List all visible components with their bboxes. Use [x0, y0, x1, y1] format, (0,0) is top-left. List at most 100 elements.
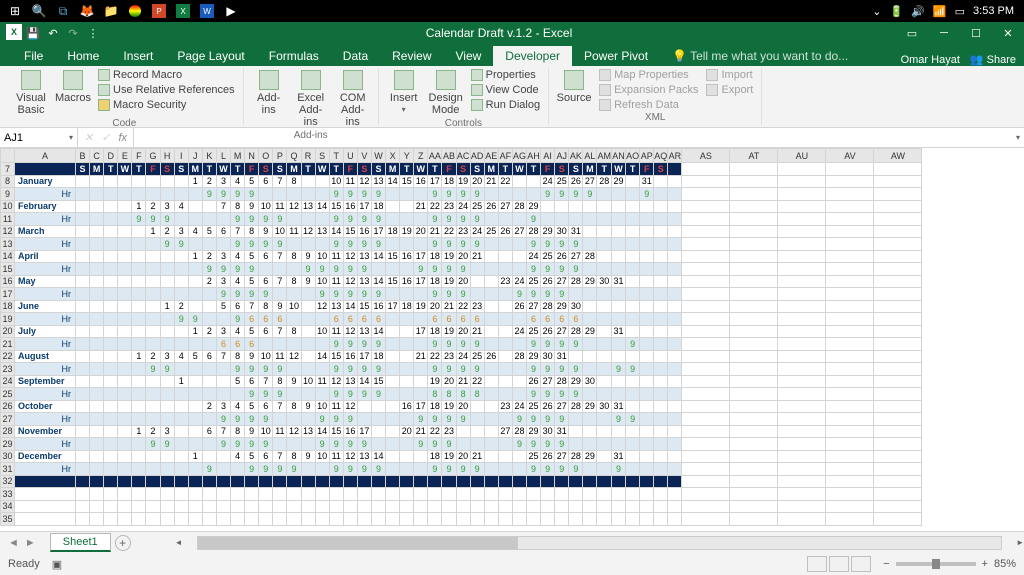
minimize-button[interactable]: ─	[928, 22, 960, 44]
macros-button[interactable]: Macros	[54, 68, 92, 106]
page-break-view-button[interactable]	[851, 556, 871, 572]
com-addins-button[interactable]: COM Add-ins	[334, 68, 372, 130]
network-icon[interactable]: 📶	[933, 5, 947, 18]
col-header[interactable]	[1, 149, 15, 163]
view-code-button[interactable]: View Code	[469, 83, 542, 97]
chrome-icon[interactable]	[129, 5, 141, 17]
col-header[interactable]: AA	[428, 149, 442, 163]
col-header[interactable]: AI	[541, 149, 555, 163]
col-header[interactable]: F	[132, 149, 146, 163]
col-header[interactable]: AF	[498, 149, 512, 163]
tab-review[interactable]: Review	[380, 46, 443, 66]
col-header[interactable]: AB	[442, 149, 456, 163]
tab-developer[interactable]: Developer	[493, 46, 572, 66]
macro-rec-icon[interactable]: ▣	[52, 558, 62, 571]
share-button[interactable]: 👥 Share	[970, 53, 1016, 66]
undo-icon[interactable]: ↶	[44, 24, 62, 42]
tab-home[interactable]: Home	[55, 46, 111, 66]
relative-refs-button[interactable]: Use Relative References	[96, 83, 237, 97]
tab-view[interactable]: View	[444, 46, 494, 66]
col-header[interactable]: K	[202, 149, 216, 163]
col-header[interactable]: P	[273, 149, 287, 163]
col-header[interactable]: D	[104, 149, 118, 163]
normal-view-button[interactable]	[807, 556, 827, 572]
battery-icon[interactable]: 🔋	[890, 5, 904, 18]
save-icon[interactable]: 💾	[24, 24, 42, 42]
tab-formulas[interactable]: Formulas	[257, 46, 331, 66]
volume-icon[interactable]: 🔊	[911, 5, 925, 18]
tab-data[interactable]: Data	[331, 46, 380, 66]
col-header[interactable]: AM	[597, 149, 612, 163]
col-header[interactable]: AQ	[654, 149, 668, 163]
col-header[interactable]: AN	[611, 149, 625, 163]
col-header[interactable]: M	[231, 149, 245, 163]
horizontal-scrollbar[interactable]	[197, 536, 1003, 550]
col-header[interactable]: T	[329, 149, 343, 163]
col-header[interactable]: AP	[640, 149, 654, 163]
fx-icon[interactable]: fx	[118, 132, 127, 144]
start-icon[interactable]: ⊞	[4, 0, 26, 22]
col-header[interactable]: AO	[626, 149, 640, 163]
tab-page-layout[interactable]: Page Layout	[165, 46, 256, 66]
col-header[interactable]: AJ	[555, 149, 569, 163]
close-button[interactable]: ✕	[992, 22, 1024, 44]
insert-control-button[interactable]: Insert▾	[385, 68, 423, 117]
add-sheet-button[interactable]: +	[115, 535, 131, 551]
vlc-icon[interactable]: ▶	[220, 0, 242, 22]
col-header[interactable]: AK	[569, 149, 583, 163]
visual-basic-button[interactable]: Visual Basic	[12, 68, 50, 118]
col-header[interactable]: L	[216, 149, 230, 163]
col-header[interactable]: AW	[874, 149, 922, 163]
col-header[interactable]: Y	[400, 149, 414, 163]
tray-chevron-icon[interactable]: ⌄	[872, 5, 881, 18]
maximize-button[interactable]: ☐	[960, 22, 992, 44]
col-header[interactable]: AS	[682, 149, 730, 163]
tab-insert[interactable]: Insert	[111, 46, 165, 66]
col-header[interactable]: N	[245, 149, 259, 163]
properties-button[interactable]: Properties	[469, 68, 542, 82]
scroll-right-icon[interactable]: ►	[1016, 538, 1024, 547]
ribbon-options-icon[interactable]: ▭	[896, 22, 928, 44]
tell-me[interactable]: 💡 Tell me what you want to do...	[660, 46, 860, 66]
zoom-in-button[interactable]: +	[982, 558, 988, 570]
col-header[interactable]: C	[90, 149, 104, 163]
col-header[interactable]: E	[118, 149, 132, 163]
zoom-out-button[interactable]: −	[883, 558, 889, 570]
design-mode-button[interactable]: Design Mode	[427, 68, 465, 118]
macro-security-button[interactable]: Macro Security	[96, 98, 237, 112]
name-box[interactable]: AJ1▾	[0, 128, 78, 147]
excel-icon[interactable]: X	[176, 4, 190, 18]
col-header[interactable]: H	[160, 149, 174, 163]
col-header[interactable]: AU	[778, 149, 826, 163]
spreadsheet-grid[interactable]: ABCDEFGHIJKLMNOPQRSTUVWXYZAAABACADAEAFAG…	[0, 148, 1024, 531]
col-header[interactable]: B	[76, 149, 90, 163]
word-icon[interactable]: W	[200, 4, 214, 18]
col-header[interactable]: X	[386, 149, 400, 163]
col-header[interactable]: I	[174, 149, 188, 163]
zoom-level[interactable]: 85%	[994, 558, 1016, 570]
redo-icon[interactable]: ↷	[64, 24, 82, 42]
col-header[interactable]: W	[371, 149, 385, 163]
formula-input[interactable]	[133, 128, 1012, 147]
col-header[interactable]: R	[301, 149, 315, 163]
run-dialog-button[interactable]: Run Dialog	[469, 98, 542, 112]
col-header[interactable]: AG	[512, 149, 526, 163]
tab-file[interactable]: File	[12, 46, 55, 66]
explorer-icon[interactable]: 📁	[100, 0, 122, 22]
col-header[interactable]: Z	[414, 149, 428, 163]
tab-next-icon[interactable]: ►	[25, 537, 36, 549]
col-header[interactable]: S	[315, 149, 329, 163]
scroll-left-icon[interactable]: ◄	[175, 538, 183, 547]
col-header[interactable]: U	[343, 149, 357, 163]
col-header[interactable]: V	[357, 149, 371, 163]
col-header[interactable]: AE	[484, 149, 498, 163]
task-view-icon[interactable]: ⧉	[52, 0, 74, 22]
zoom-slider[interactable]	[896, 562, 976, 566]
col-header[interactable]: A	[15, 149, 76, 163]
col-header[interactable]: Q	[287, 149, 301, 163]
col-header[interactable]: AT	[730, 149, 778, 163]
customize-qa-icon[interactable]: ⋮	[84, 24, 102, 42]
clock[interactable]: 3:53 PM	[973, 5, 1014, 17]
user-name[interactable]: Omar Hayat	[901, 54, 960, 66]
page-layout-view-button[interactable]	[829, 556, 849, 572]
